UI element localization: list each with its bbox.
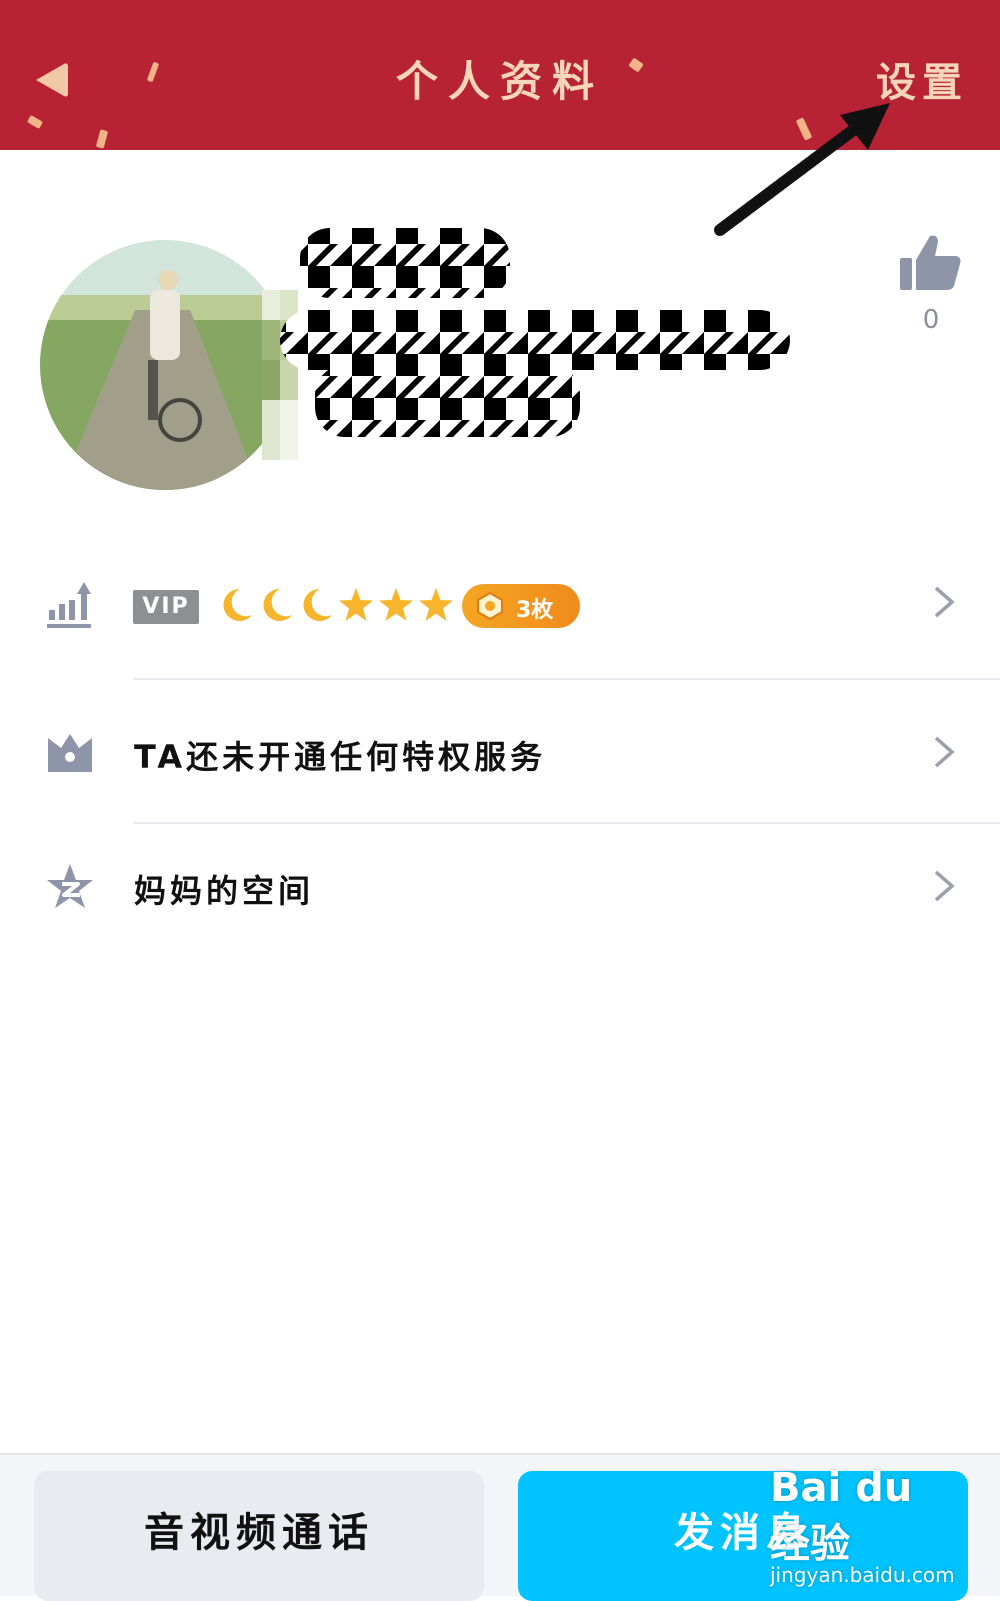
level-icons (218, 585, 454, 629)
watermark-main: Bai du 经验 (770, 1465, 913, 1567)
star-icon (419, 588, 453, 621)
divider (133, 822, 1000, 824)
medal-count: 3枚 (516, 598, 554, 623)
crown-icon (48, 734, 92, 772)
confetti-decoration (95, 129, 109, 149)
baidu-jingyan-watermark: Bai du 经验 jingyan.baidu.com (770, 1465, 960, 1587)
privilege-row[interactable]: TA还未开通任何特权服务 (0, 700, 1000, 810)
medal-badge[interactable]: 3枚 (462, 584, 580, 628)
redacted-nickname-block (300, 228, 510, 298)
chevron-right-icon (934, 870, 955, 902)
moon-icon (303, 588, 332, 621)
like-count: 0 (922, 305, 940, 335)
redacted-nickname (280, 228, 790, 437)
moon-icon (223, 588, 252, 621)
redacted-signature-block (280, 310, 790, 370)
space-label: 妈妈的空间 (134, 872, 315, 910)
vip-badge: VIP (133, 590, 199, 624)
chevron-right-icon (934, 586, 955, 618)
level-up-icon (47, 582, 91, 628)
privilege-label: TA还未开通任何特权服务 (134, 738, 547, 776)
video-call-button[interactable]: 音视频通话 (34, 1471, 484, 1601)
star-icon (379, 588, 413, 621)
moon-icon (263, 588, 292, 621)
star-icon (339, 588, 373, 621)
chevron-right-icon (934, 736, 955, 768)
watermark-url: jingyan.baidu.com (770, 1563, 955, 1587)
divider (133, 678, 1000, 680)
thumbs-up-icon[interactable] (900, 232, 962, 294)
space-row[interactable]: 妈妈的空间 (0, 840, 1000, 940)
qzone-star-icon (47, 864, 93, 908)
redacted-signature-block-2 (315, 365, 580, 437)
medal-hexagon-icon (477, 592, 503, 620)
confetti-decoration (26, 115, 44, 129)
